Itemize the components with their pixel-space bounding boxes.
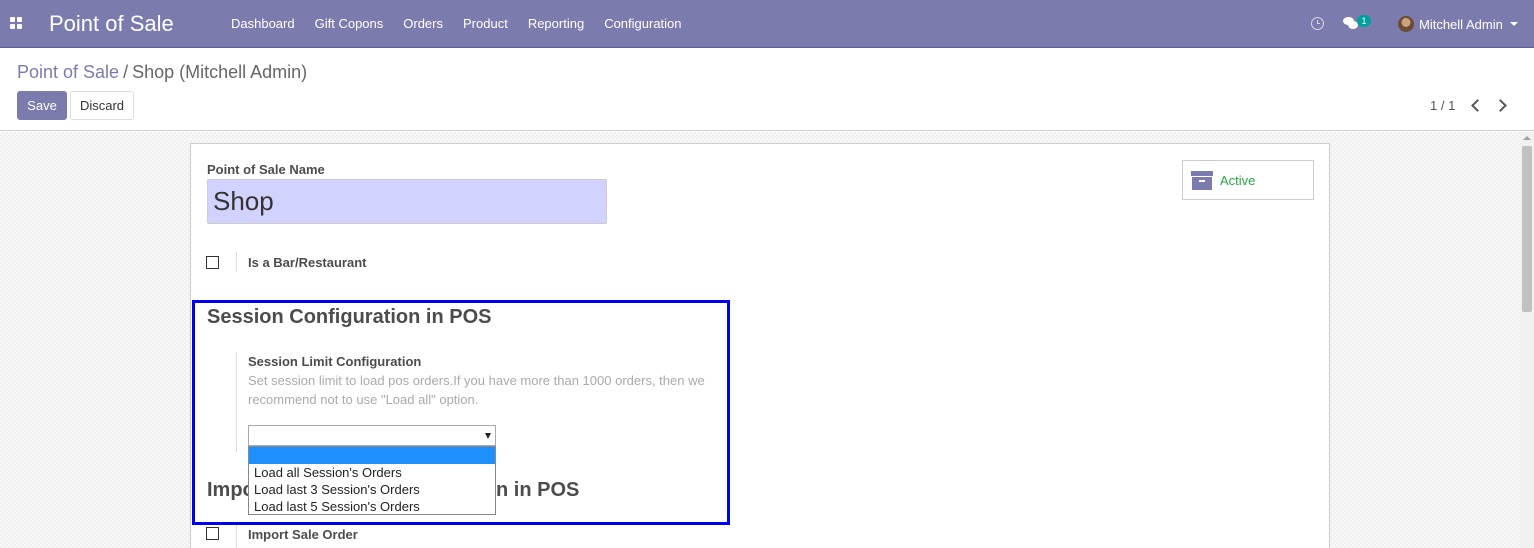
- session-limit-dropdown: Load all Session's Orders Load last 3 Se…: [248, 446, 496, 515]
- chevron-left-icon[interactable]: [1469, 98, 1483, 112]
- is-bar-restaurant-label: Is a Bar/Restaurant: [248, 255, 367, 270]
- field-separator: [236, 525, 237, 548]
- breadcrumb-separator: /: [123, 62, 129, 82]
- apps-grid-icon[interactable]: [10, 17, 24, 31]
- session-limit-label: Session Limit Configuration: [248, 354, 422, 369]
- import-sale-order-checkbox[interactable]: [206, 527, 219, 540]
- control-panel: Point of Sale / Shop (Mitchell Admin) Save…: [0, 48, 1534, 131]
- save-button[interactable]: Save: [17, 91, 67, 120]
- menu-item-product[interactable]: Product: [453, 0, 518, 48]
- user-menu[interactable]: Mitchell Admin: [1419, 17, 1503, 32]
- chevron-right-icon[interactable]: [1495, 98, 1509, 112]
- pos-name-label: Point of Sale Name: [207, 162, 325, 177]
- avatar[interactable]: [1398, 16, 1414, 32]
- dropdown-option-load-all[interactable]: Load all Session's Orders: [249, 464, 495, 481]
- active-toggle-button[interactable]: Active: [1182, 160, 1314, 200]
- breadcrumb-parent[interactable]: Point of Sale: [17, 62, 119, 82]
- field-separator: [236, 352, 237, 452]
- menu-item-gift-coupons[interactable]: Gift Copons: [305, 0, 394, 48]
- dropdown-option-load-last-5[interactable]: Load last 5 Session's Orders: [249, 498, 495, 515]
- scroll-up-arrow-icon[interactable]: [1523, 136, 1531, 140]
- pager-value[interactable]: 1 / 1: [1430, 98, 1455, 113]
- menu-item-reporting[interactable]: Reporting: [518, 0, 594, 48]
- top-navbar: Point of Sale Dashboard Gift Copons Orde…: [0, 0, 1534, 48]
- breadcrumb: Point of Sale / Shop (Mitchell Admin): [17, 62, 307, 83]
- field-separator: [236, 252, 237, 272]
- session-limit-help: Set session limit to load pos orders.If …: [248, 373, 705, 407]
- clock-icon[interactable]: [1311, 17, 1324, 30]
- active-label: Active: [1220, 173, 1256, 188]
- menu-item-configuration[interactable]: Configuration: [594, 0, 691, 48]
- dropdown-option-load-last-3[interactable]: Load last 3 Session's Orders: [249, 481, 495, 498]
- session-config-section-title: Session Configuration in POS: [207, 306, 492, 328]
- import-section-title-end: n in POS: [496, 479, 580, 501]
- dropdown-arrow-icon: [485, 433, 491, 439]
- scrollbar[interactable]: [1520, 132, 1534, 548]
- is-bar-restaurant-checkbox[interactable]: [206, 256, 219, 269]
- scrollbar-thumb[interactable]: [1522, 146, 1532, 312]
- chevron-down-icon[interactable]: [1510, 22, 1518, 26]
- discard-button[interactable]: Discard: [70, 91, 134, 120]
- import-sale-order-label: Import Sale Order: [248, 527, 358, 542]
- message-count-badge: 1: [1357, 15, 1371, 27]
- pos-name-input[interactable]: [207, 179, 607, 224]
- breadcrumb-current: Shop (Mitchell Admin): [132, 62, 308, 82]
- archive-icon: [1191, 171, 1213, 190]
- dropdown-option-empty[interactable]: [249, 447, 495, 464]
- menu-item-orders[interactable]: Orders: [393, 0, 453, 48]
- session-limit-select[interactable]: [248, 425, 496, 446]
- menu-item-dashboard[interactable]: Dashboard: [221, 0, 305, 48]
- main-menu: Dashboard Gift Copons Orders Product Rep…: [221, 0, 692, 48]
- app-title[interactable]: Point of Sale: [49, 11, 174, 37]
